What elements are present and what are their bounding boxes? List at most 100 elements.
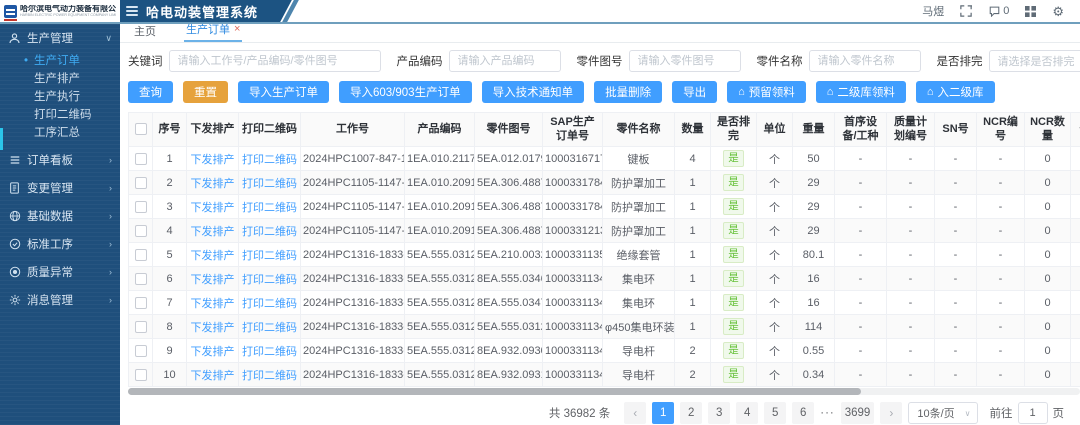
cell-first-device: -: [835, 171, 887, 195]
print-qrcode-link[interactable]: 打印二维码: [242, 178, 297, 190]
scrollbar-thumb[interactable]: [128, 388, 861, 395]
message-icon[interactable]: 0: [988, 5, 1009, 17]
sidebar-item-production-order[interactable]: 生产订单: [0, 52, 120, 70]
dispatch-link[interactable]: 下发排产: [191, 226, 235, 238]
print-qrcode-link[interactable]: 打印二维码: [242, 346, 297, 358]
grid-apps-icon[interactable]: [1025, 6, 1036, 17]
row-checkbox[interactable]: [135, 321, 147, 333]
sidebar-section-production-mgmt[interactable]: 生产管理 ∨: [0, 24, 120, 52]
row-checkbox[interactable]: [135, 177, 147, 189]
dispatch-link[interactable]: 下发排产: [191, 202, 235, 214]
part-name-input[interactable]: [809, 50, 921, 72]
import-tech-notice-button[interactable]: 导入技术通知单: [482, 81, 585, 103]
dispatch-link[interactable]: 下发排产: [191, 154, 235, 166]
fullscreen-icon[interactable]: [960, 5, 972, 17]
dispatch-link[interactable]: 下发排产: [191, 346, 235, 358]
goto-page-input[interactable]: [1018, 402, 1048, 424]
cell-part-no: 8EA.555.0347: [475, 291, 543, 315]
row-checkbox[interactable]: [135, 369, 147, 381]
cell-quality-plan: -: [887, 195, 935, 219]
tab-home[interactable]: 主页: [132, 24, 158, 42]
sidebar-section-message-mgmt[interactable]: 消息管理 ›: [0, 286, 120, 314]
print-qrcode-link[interactable]: 打印二维码: [242, 298, 297, 310]
print-qrcode-link[interactable]: 打印二维码: [242, 226, 297, 238]
row-checkbox[interactable]: [135, 297, 147, 309]
sidebar-item-print-qrcode[interactable]: 打印二维码: [0, 106, 120, 124]
dispatch-link[interactable]: 下发排产: [191, 298, 235, 310]
cell-qty: 2: [675, 339, 711, 363]
into-secondary-store-button[interactable]: ⌂ 入二级库: [916, 81, 995, 103]
search-button[interactable]: 查询: [128, 81, 173, 103]
col-scheduled: 是否排完: [711, 113, 757, 147]
gear-icon[interactable]: ⚙: [1052, 5, 1064, 18]
chevron-down-icon: ∨: [965, 409, 971, 418]
page-button-4[interactable]: 4: [736, 402, 758, 424]
page-button-5[interactable]: 5: [764, 402, 786, 424]
secondary-store-pick-button[interactable]: ⌂ 二级库领料: [816, 81, 906, 103]
cell-ncr-qty: 0: [1025, 219, 1071, 243]
tab-production-order[interactable]: 生产订单 ×: [184, 24, 242, 42]
sidebar-section-order-board[interactable]: 订单看板 ›: [0, 146, 120, 174]
row-checkbox[interactable]: [135, 345, 147, 357]
cell-first-device: -: [835, 291, 887, 315]
dispatch-link[interactable]: 下发排产: [191, 178, 235, 190]
row-checkbox[interactable]: [135, 201, 147, 213]
page-button-6[interactable]: 6: [792, 402, 814, 424]
print-qrcode-link[interactable]: 打印二维码: [242, 322, 297, 334]
row-checkbox[interactable]: [135, 273, 147, 285]
sidebar-section-base-data[interactable]: 基础数据 ›: [0, 202, 120, 230]
cell-first-device: -: [835, 267, 887, 291]
print-qrcode-link[interactable]: 打印二维码: [242, 154, 297, 166]
row-checkbox[interactable]: [135, 249, 147, 261]
cell-ncr-no: -: [977, 243, 1025, 267]
page-size-select[interactable]: 10条/页 ∨: [908, 402, 977, 424]
sidebar-section-change-mgmt[interactable]: 变更管理 ›: [0, 174, 120, 202]
page-button-3[interactable]: 3: [708, 402, 730, 424]
import-603-903-order-button[interactable]: 导入603/903生产订单: [339, 81, 472, 103]
pagination-ellipsis[interactable]: ···: [820, 407, 835, 419]
close-icon[interactable]: ×: [234, 24, 240, 35]
reset-button[interactable]: 重置: [183, 81, 228, 103]
filter-product-code: 产品编码: [397, 50, 561, 72]
scheduled-badge: 是: [723, 342, 744, 359]
horizontal-scrollbar[interactable]: [128, 388, 1080, 395]
dispatch-link[interactable]: 下发排产: [191, 322, 235, 334]
page-button-2[interactable]: 2: [680, 402, 702, 424]
sidebar-item-production-execution[interactable]: 生产执行: [0, 88, 120, 106]
batch-delete-button[interactable]: 批量删除: [594, 81, 662, 103]
import-production-order-button[interactable]: 导入生产订单: [238, 81, 329, 103]
print-qrcode-link[interactable]: 打印二维码: [242, 250, 297, 262]
next-page-button[interactable]: ›: [880, 402, 902, 424]
sidebar-collapse-icon[interactable]: [126, 6, 138, 16]
dispatch-link[interactable]: 下发排产: [191, 370, 235, 382]
cell-qty: 1: [675, 243, 711, 267]
page-button-1[interactable]: 1: [652, 402, 674, 424]
sidebar-item-production-scheduling[interactable]: 生产排产: [0, 70, 120, 88]
product-code-input[interactable]: [449, 50, 561, 72]
chevron-right-icon: ›: [109, 267, 112, 277]
prev-page-button[interactable]: ‹: [624, 402, 646, 424]
dispatch-link[interactable]: 下发排产: [191, 250, 235, 262]
sidebar-section-standard-process[interactable]: 标准工序 ›: [0, 230, 120, 258]
export-button[interactable]: 导出: [672, 81, 717, 103]
sidebar-section-quality-exception[interactable]: 质量异常 ›: [0, 258, 120, 286]
user-name[interactable]: 马煜: [922, 3, 944, 19]
page-button-last[interactable]: 3699: [841, 402, 875, 424]
print-qrcode-link[interactable]: 打印二维码: [242, 370, 297, 382]
cell-weight: 114: [793, 315, 835, 339]
print-qrcode-link[interactable]: 打印二维码: [242, 202, 297, 214]
print-qrcode-link[interactable]: 打印二维码: [242, 274, 297, 286]
globe-icon: [8, 210, 21, 223]
part-no-input[interactable]: [629, 50, 741, 72]
sidebar-item-process-summary[interactable]: 工序汇总: [0, 124, 120, 142]
row-checkbox[interactable]: [135, 153, 147, 165]
cell-first-device: -: [835, 243, 887, 267]
scheduled-select[interactable]: 请选择是否排完 ∨: [989, 50, 1080, 72]
row-checkbox[interactable]: [135, 225, 147, 237]
cell-quality-plan: -: [887, 171, 935, 195]
dispatch-link[interactable]: 下发排产: [191, 274, 235, 286]
select-all-checkbox[interactable]: [135, 123, 147, 135]
keyword-input[interactable]: [169, 50, 381, 72]
sidebar-submenu: 生产订单 生产排产 生产执行 打印二维码 工序汇总: [0, 52, 120, 146]
reserve-material-button[interactable]: ⌂ 预留领料: [727, 81, 806, 103]
